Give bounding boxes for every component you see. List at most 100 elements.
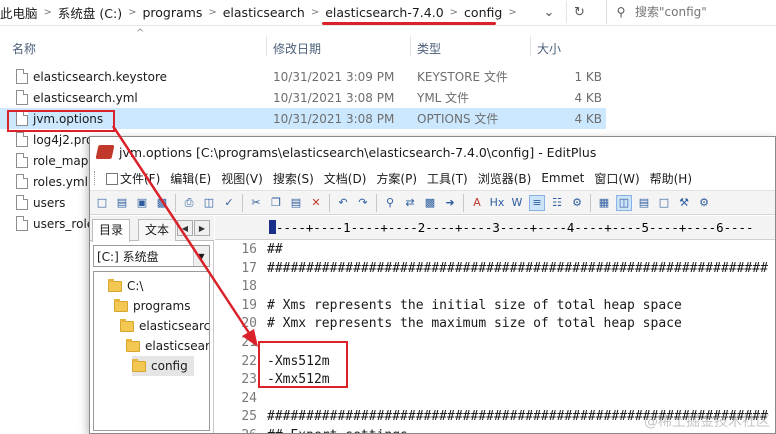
editor-area[interactable]: ----+----1----+----2----+----3----+----4… xyxy=(215,216,775,433)
breadcrumb-item[interactable]: elasticsearch xyxy=(219,5,309,20)
delete-icon[interactable]: ✕ xyxy=(308,195,324,211)
menu-browser[interactable]: 浏览器(B) xyxy=(473,170,537,187)
window-tile-icon[interactable]: ▦ xyxy=(596,195,612,211)
font-icon[interactable]: A xyxy=(469,195,485,211)
ruler-toggle-icon[interactable]: ≡ xyxy=(529,194,545,211)
chevron-right-icon[interactable]: > xyxy=(206,7,218,18)
menu-document[interactable]: 文档(D) xyxy=(319,170,372,187)
file-name: elasticsearch.keystore xyxy=(33,69,167,84)
code-line[interactable] xyxy=(267,278,775,297)
line-number-icon[interactable]: ☷ xyxy=(549,195,565,211)
code-line[interactable]: # Xms represents the initial size of tot… xyxy=(267,297,775,316)
chevron-right-icon[interactable]: > xyxy=(126,7,138,18)
tab-directory[interactable]: 目录 xyxy=(92,219,131,242)
refresh-icon[interactable]: ↻ xyxy=(566,1,592,23)
print-preview-icon[interactable]: ◫ xyxy=(201,195,217,211)
file-row[interactable]: elasticsearch.keystore 10/31/2021 3:09 PM… xyxy=(0,66,606,87)
folder-tree: C:\ programs elasticsearch elasticsearch con… xyxy=(93,271,210,431)
fullscreen-icon[interactable]: □ xyxy=(656,195,672,211)
copy-icon[interactable]: ❐ xyxy=(268,195,284,211)
save-icon[interactable]: ▣ xyxy=(134,195,150,211)
file-icon xyxy=(106,172,118,185)
code-line[interactable]: # Xmx represents the maximum size of tot… xyxy=(267,315,775,334)
undo-icon[interactable]: ↶ xyxy=(335,195,351,211)
menu-project[interactable]: 方案(P) xyxy=(371,170,422,187)
file-name: role_map xyxy=(33,153,89,168)
menu-edit[interactable]: 编辑(E) xyxy=(165,170,216,187)
search-box[interactable]: ⚲ xyxy=(606,0,776,24)
replace-icon[interactable]: ⇄ xyxy=(402,195,418,211)
breadcrumb-item[interactable]: programs xyxy=(138,5,206,20)
column-name[interactable]: 名称 xyxy=(12,40,36,57)
folder-tree-item[interactable]: programs xyxy=(114,296,196,316)
breadcrumb-item[interactable]: config xyxy=(460,5,506,20)
column-divider[interactable] xyxy=(410,36,411,56)
breadcrumb-item[interactable]: 此电脑 xyxy=(0,3,42,22)
breadcrumb[interactable]: 此电脑 > 系统盘 (C:) > programs > elasticsearc… xyxy=(0,0,558,24)
settings-icon[interactable]: ⚙ xyxy=(696,195,712,211)
find-in-files-icon[interactable]: ▩ xyxy=(422,195,438,211)
menu-bar: 文件(F) 编辑(E) 视图(V) 搜索(S) 文档(D) 方案(P) 工具(T… xyxy=(90,167,775,189)
new-file-icon[interactable]: □ xyxy=(94,195,110,211)
tab-text[interactable]: 文本 xyxy=(138,219,177,241)
file-row[interactable]: elasticsearch.yml 10/31/2021 3:08 PM YML 文… xyxy=(0,87,606,108)
column-date[interactable]: 修改日期 xyxy=(273,40,321,57)
find-icon[interactable]: ⚲ xyxy=(382,195,398,211)
chevron-right-icon[interactable]: > xyxy=(309,7,321,18)
column-divider[interactable] xyxy=(530,36,531,56)
arrow-right-icon[interactable]: ▶ xyxy=(194,220,210,236)
open-folder-icon[interactable]: ▤ xyxy=(114,195,130,211)
print-icon[interactable]: ⎙ xyxy=(181,195,197,211)
toolbar-separator xyxy=(463,193,464,212)
search-input[interactable] xyxy=(635,5,765,19)
menu-view[interactable]: 视图(V) xyxy=(216,170,268,187)
toolbar-separator xyxy=(329,193,330,212)
word-wrap-icon[interactable]: W xyxy=(509,195,525,211)
folder-tree-item[interactable]: elasticsearch xyxy=(120,316,209,336)
column-divider[interactable] xyxy=(266,36,267,56)
code-line[interactable]: ########################################… xyxy=(267,260,775,279)
path-highlight-underline xyxy=(322,22,496,25)
code-line[interactable] xyxy=(267,390,775,409)
goto-icon[interactable]: ➜ xyxy=(442,195,458,211)
arrow-left-icon[interactable]: ◀ xyxy=(177,220,193,236)
chevron-right-icon[interactable]: > xyxy=(506,7,518,18)
chevron-down-icon[interactable]: ▼ xyxy=(193,246,209,266)
folder-label: programs xyxy=(133,299,191,313)
folder-icon xyxy=(120,318,134,332)
column-size[interactable]: 大小 xyxy=(537,40,561,57)
chevron-right-icon[interactable]: > xyxy=(448,7,460,18)
history-dropdown-icon[interactable]: ⌄ xyxy=(536,1,562,23)
breadcrumb-item[interactable]: 系统盘 (C:) xyxy=(54,3,126,22)
save-all-icon[interactable]: ▩ xyxy=(154,195,170,211)
chevron-right-icon[interactable]: > xyxy=(42,7,54,18)
preferences-icon[interactable]: ⚙ xyxy=(569,195,585,211)
code-line[interactable]: ## xyxy=(267,241,775,260)
code-text[interactable]: ## ######################################… xyxy=(267,241,775,433)
file-highlight-box xyxy=(7,110,115,132)
folder-tree-item[interactable]: elasticsearch xyxy=(126,336,209,356)
line-number: 24 xyxy=(241,390,257,406)
tools-icon[interactable]: ⚒ xyxy=(676,195,692,211)
directory-window-icon[interactable]: ◫ xyxy=(616,194,632,211)
menu-help[interactable]: 帮助(H) xyxy=(645,170,697,187)
cut-icon[interactable]: ✂ xyxy=(248,195,264,211)
toolbar-separator xyxy=(175,193,176,212)
menu-file[interactable]: 文件(F) xyxy=(101,170,165,187)
drive-select[interactable]: [C:] 系统盘 ▼ xyxy=(93,245,210,267)
menu-tools[interactable]: 工具(T) xyxy=(422,170,473,187)
column-type[interactable]: 类型 xyxy=(417,40,441,57)
paste-icon[interactable]: ▤ xyxy=(288,195,304,211)
menu-emmet[interactable]: Emmet xyxy=(536,171,589,185)
redo-icon[interactable]: ↷ xyxy=(355,195,371,211)
menu-window[interactable]: 窗口(W) xyxy=(589,170,644,187)
output-window-icon[interactable]: ▤ xyxy=(636,195,652,211)
spellcheck-icon[interactable]: ✓ xyxy=(221,195,237,211)
menu-search[interactable]: 搜索(S) xyxy=(268,170,319,187)
breadcrumb-item[interactable]: elasticsearch-7.4.0 xyxy=(321,5,447,20)
line-number: 19 xyxy=(241,297,257,313)
hex-icon[interactable]: Hx xyxy=(489,195,505,211)
folder-tree-item[interactable]: config xyxy=(132,356,194,376)
folder-tree-item[interactable]: C:\ xyxy=(108,276,149,296)
title-bar[interactable]: jvm.options [C:\programs\elasticsearch\e… xyxy=(90,137,775,167)
